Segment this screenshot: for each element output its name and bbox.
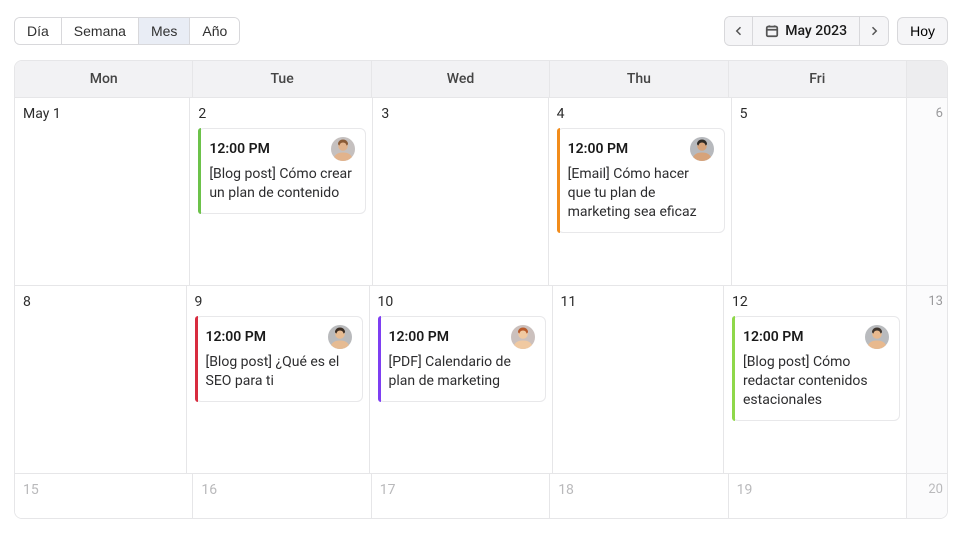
next-period-button[interactable] <box>860 17 888 45</box>
avatar <box>331 137 355 161</box>
day-cell[interactable]: 15 <box>15 474 193 518</box>
day-number: 8 <box>23 294 180 310</box>
calendar-toolbar: Día Semana Mes Año May 2023 Hoy <box>14 16 948 46</box>
day-cell[interactable]: 12 12:00 PM [Blog post] Cómo redactar cont… <box>724 286 907 473</box>
event-header: 12:00 PM <box>389 325 535 349</box>
event-time: 12:00 PM <box>206 329 267 345</box>
day-number: 2 <box>198 106 366 122</box>
view-day-button[interactable]: Día <box>15 18 62 44</box>
weekday-header-cell: Tue <box>193 61 371 97</box>
day-cell[interactable]: 8 <box>15 286 187 473</box>
day-number: 12 <box>732 294 900 310</box>
current-period-label: May 2023 <box>785 23 847 39</box>
day-cell[interactable]: May 1 <box>15 98 190 285</box>
calendar-event[interactable]: 12:00 PM [PDF] Calendario de plan de mark… <box>378 316 546 402</box>
day-number: May 1 <box>23 106 183 122</box>
day-cell[interactable]: 11 <box>553 286 725 473</box>
weekday-header-cell: Mon <box>15 61 193 97</box>
prev-period-button[interactable] <box>725 17 753 45</box>
event-title: [Blog post] ¿Qué es el SEO para ti <box>206 353 352 391</box>
chevron-left-icon <box>733 25 745 37</box>
event-time: 12:00 PM <box>743 329 804 345</box>
day-cell[interactable]: 4 12:00 PM [Email] Cómo hacer que tu plan … <box>549 98 732 285</box>
today-button[interactable]: Hoy <box>897 17 948 45</box>
day-number: 16 <box>201 482 364 498</box>
view-month-button[interactable]: Mes <box>139 18 190 44</box>
week-row: May 1 2 12:00 PM [Blog post] Cómo crear un … <box>15 98 947 286</box>
avatar <box>511 325 535 349</box>
view-switcher: Día Semana Mes Año <box>14 17 240 45</box>
week-row: 15 16 17 18 19 20 <box>15 474 947 518</box>
calendar-event[interactable]: 12:00 PM [Blog post] Cómo redactar conten… <box>732 316 900 421</box>
period-nav-group: May 2023 <box>724 16 889 46</box>
event-title: [Blog post] Cómo redactar contenidos est… <box>743 353 889 410</box>
weekday-header-extra <box>907 61 947 97</box>
event-title: [PDF] Calendario de plan de marketing <box>389 353 535 391</box>
calendar-grid: MonTueWedThuFri May 1 2 12:00 PM [Blog post… <box>14 60 948 519</box>
event-header: 12:00 PM <box>743 325 889 349</box>
day-number: 3 <box>381 106 541 122</box>
day-number: 19 <box>737 482 900 498</box>
weekday-header-cell: Thu <box>550 61 728 97</box>
event-title: [Email] Cómo hacer que tu plan de market… <box>568 165 714 222</box>
day-cell[interactable]: 9 12:00 PM [Blog post] ¿Qué es el SEO para… <box>187 286 370 473</box>
day-cell[interactable]: 3 <box>373 98 548 285</box>
current-period-button[interactable]: May 2023 <box>753 17 860 45</box>
calendar-body: May 1 2 12:00 PM [Blog post] Cómo crear un … <box>15 98 947 518</box>
event-time: 12:00 PM <box>209 141 270 157</box>
event-time: 12:00 PM <box>568 141 629 157</box>
weekday-header-cell: Wed <box>372 61 550 97</box>
event-header: 12:00 PM <box>209 137 355 161</box>
avatar <box>328 325 352 349</box>
day-cell[interactable]: 2 12:00 PM [Blog post] Cómo crear un plan … <box>190 98 373 285</box>
day-cell[interactable]: 18 <box>550 474 728 518</box>
calendar-event[interactable]: 12:00 PM [Blog post] Cómo crear un plan d… <box>198 128 366 214</box>
day-cell[interactable]: 5 <box>732 98 907 285</box>
weekday-header: MonTueWedThuFri <box>15 61 947 98</box>
day-cell-overflow: 13 <box>907 286 947 473</box>
event-time: 12:00 PM <box>389 329 450 345</box>
view-week-button[interactable]: Semana <box>62 18 139 44</box>
view-year-button[interactable]: Año <box>190 18 239 44</box>
avatar <box>865 325 889 349</box>
calendar-icon <box>765 24 779 38</box>
chevron-right-icon <box>868 25 880 37</box>
day-number: 11 <box>561 294 718 310</box>
weekday-header-cell: Fri <box>729 61 907 97</box>
day-cell[interactable]: 10 12:00 PM [PDF] Calendario de plan de ma… <box>370 286 553 473</box>
event-title: [Blog post] Cómo crear un plan de conten… <box>209 165 355 203</box>
day-cell[interactable]: 16 <box>193 474 371 518</box>
day-number: 17 <box>380 482 543 498</box>
avatar <box>690 137 714 161</box>
day-cell[interactable]: 17 <box>372 474 550 518</box>
event-header: 12:00 PM <box>206 325 352 349</box>
day-number: 10 <box>378 294 546 310</box>
day-cell-overflow: 20 <box>907 474 947 518</box>
day-number: 15 <box>23 482 186 498</box>
week-row: 89 12:00 PM [Blog post] ¿Qué es el SEO par… <box>15 286 947 474</box>
calendar-event[interactable]: 12:00 PM [Email] Cómo hacer que tu plan d… <box>557 128 725 233</box>
calendar-event[interactable]: 12:00 PM [Blog post] ¿Qué es el SEO para … <box>195 316 363 402</box>
day-cell[interactable]: 19 <box>729 474 907 518</box>
day-number: 9 <box>195 294 363 310</box>
date-navigator: May 2023 Hoy <box>724 16 948 46</box>
day-number: 4 <box>557 106 725 122</box>
day-number: 5 <box>740 106 900 122</box>
day-cell-overflow: 6 <box>907 98 947 285</box>
day-number: 18 <box>558 482 721 498</box>
event-header: 12:00 PM <box>568 137 714 161</box>
